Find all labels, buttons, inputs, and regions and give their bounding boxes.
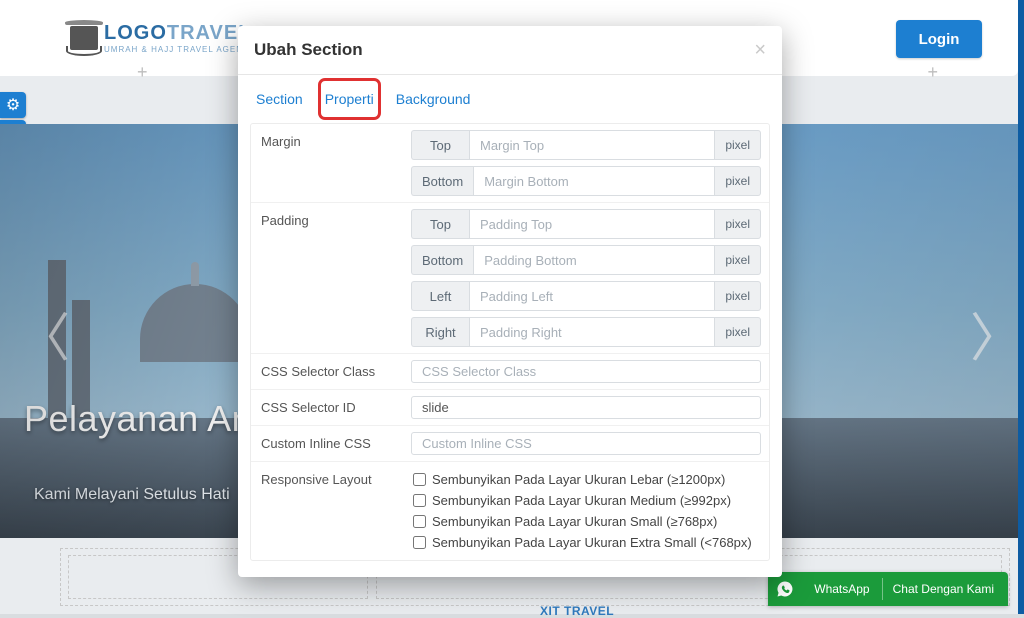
padding-bottom-input[interactable] <box>473 245 715 275</box>
margin-top-input[interactable] <box>469 130 715 160</box>
addon-top: Top <box>411 130 469 160</box>
addon-pixel: pixel <box>715 166 761 196</box>
addon-pixel: pixel <box>715 317 761 347</box>
responsive-sm-checkbox[interactable]: Sembunyikan Pada Layar Ukuran Small (≥76… <box>413 514 759 529</box>
addon-bottom: Bottom <box>411 166 473 196</box>
margin-bottom-input[interactable] <box>473 166 715 196</box>
addon-pixel: pixel <box>715 130 761 160</box>
responsive-lg-checkbox[interactable]: Sembunyikan Pada Layar Ukuran Lebar (≥12… <box>413 472 759 487</box>
label-margin: Margin <box>251 124 403 202</box>
label-css-class: CSS Selector Class <box>251 354 403 389</box>
css-id-input[interactable] <box>411 396 761 419</box>
padding-left-input[interactable] <box>469 281 715 311</box>
tab-properti[interactable]: Properti <box>323 83 376 115</box>
addon-top: Top <box>411 209 469 239</box>
addon-bottom: Bottom <box>411 245 473 275</box>
responsive-xs-checkbox[interactable]: Sembunyikan Pada Layar Ukuran Extra Smal… <box>413 535 759 550</box>
padding-right-input[interactable] <box>469 317 715 347</box>
addon-pixel: pixel <box>715 281 761 311</box>
addon-left: Left <box>411 281 469 311</box>
close-icon: × <box>754 39 766 61</box>
modal-tabs: Section Properti Background <box>238 75 782 115</box>
label-custom-css: Custom Inline CSS <box>251 426 403 461</box>
addon-right: Right <box>411 317 469 347</box>
tab-background[interactable]: Background <box>394 83 473 115</box>
label-padding: Padding <box>251 203 403 353</box>
edit-section-modal: Ubah Section × Section Properti Backgrou… <box>238 26 782 577</box>
responsive-md-checkbox[interactable]: Sembunyikan Pada Layar Ukuran Medium (≥9… <box>413 493 759 508</box>
label-responsive: Responsive Layout <box>251 462 403 560</box>
addon-pixel: pixel <box>715 245 761 275</box>
addon-pixel: pixel <box>715 209 761 239</box>
label-css-id: CSS Selector ID <box>251 390 403 425</box>
padding-top-input[interactable] <box>469 209 715 239</box>
properti-form: Margin Top pixel Bottom pixel Padding <box>250 123 770 561</box>
custom-css-input[interactable] <box>411 432 761 455</box>
modal-title: Ubah Section <box>254 40 363 60</box>
tab-section[interactable]: Section <box>254 83 305 115</box>
modal-close-button[interactable]: × <box>754 40 766 60</box>
css-class-input[interactable] <box>411 360 761 383</box>
